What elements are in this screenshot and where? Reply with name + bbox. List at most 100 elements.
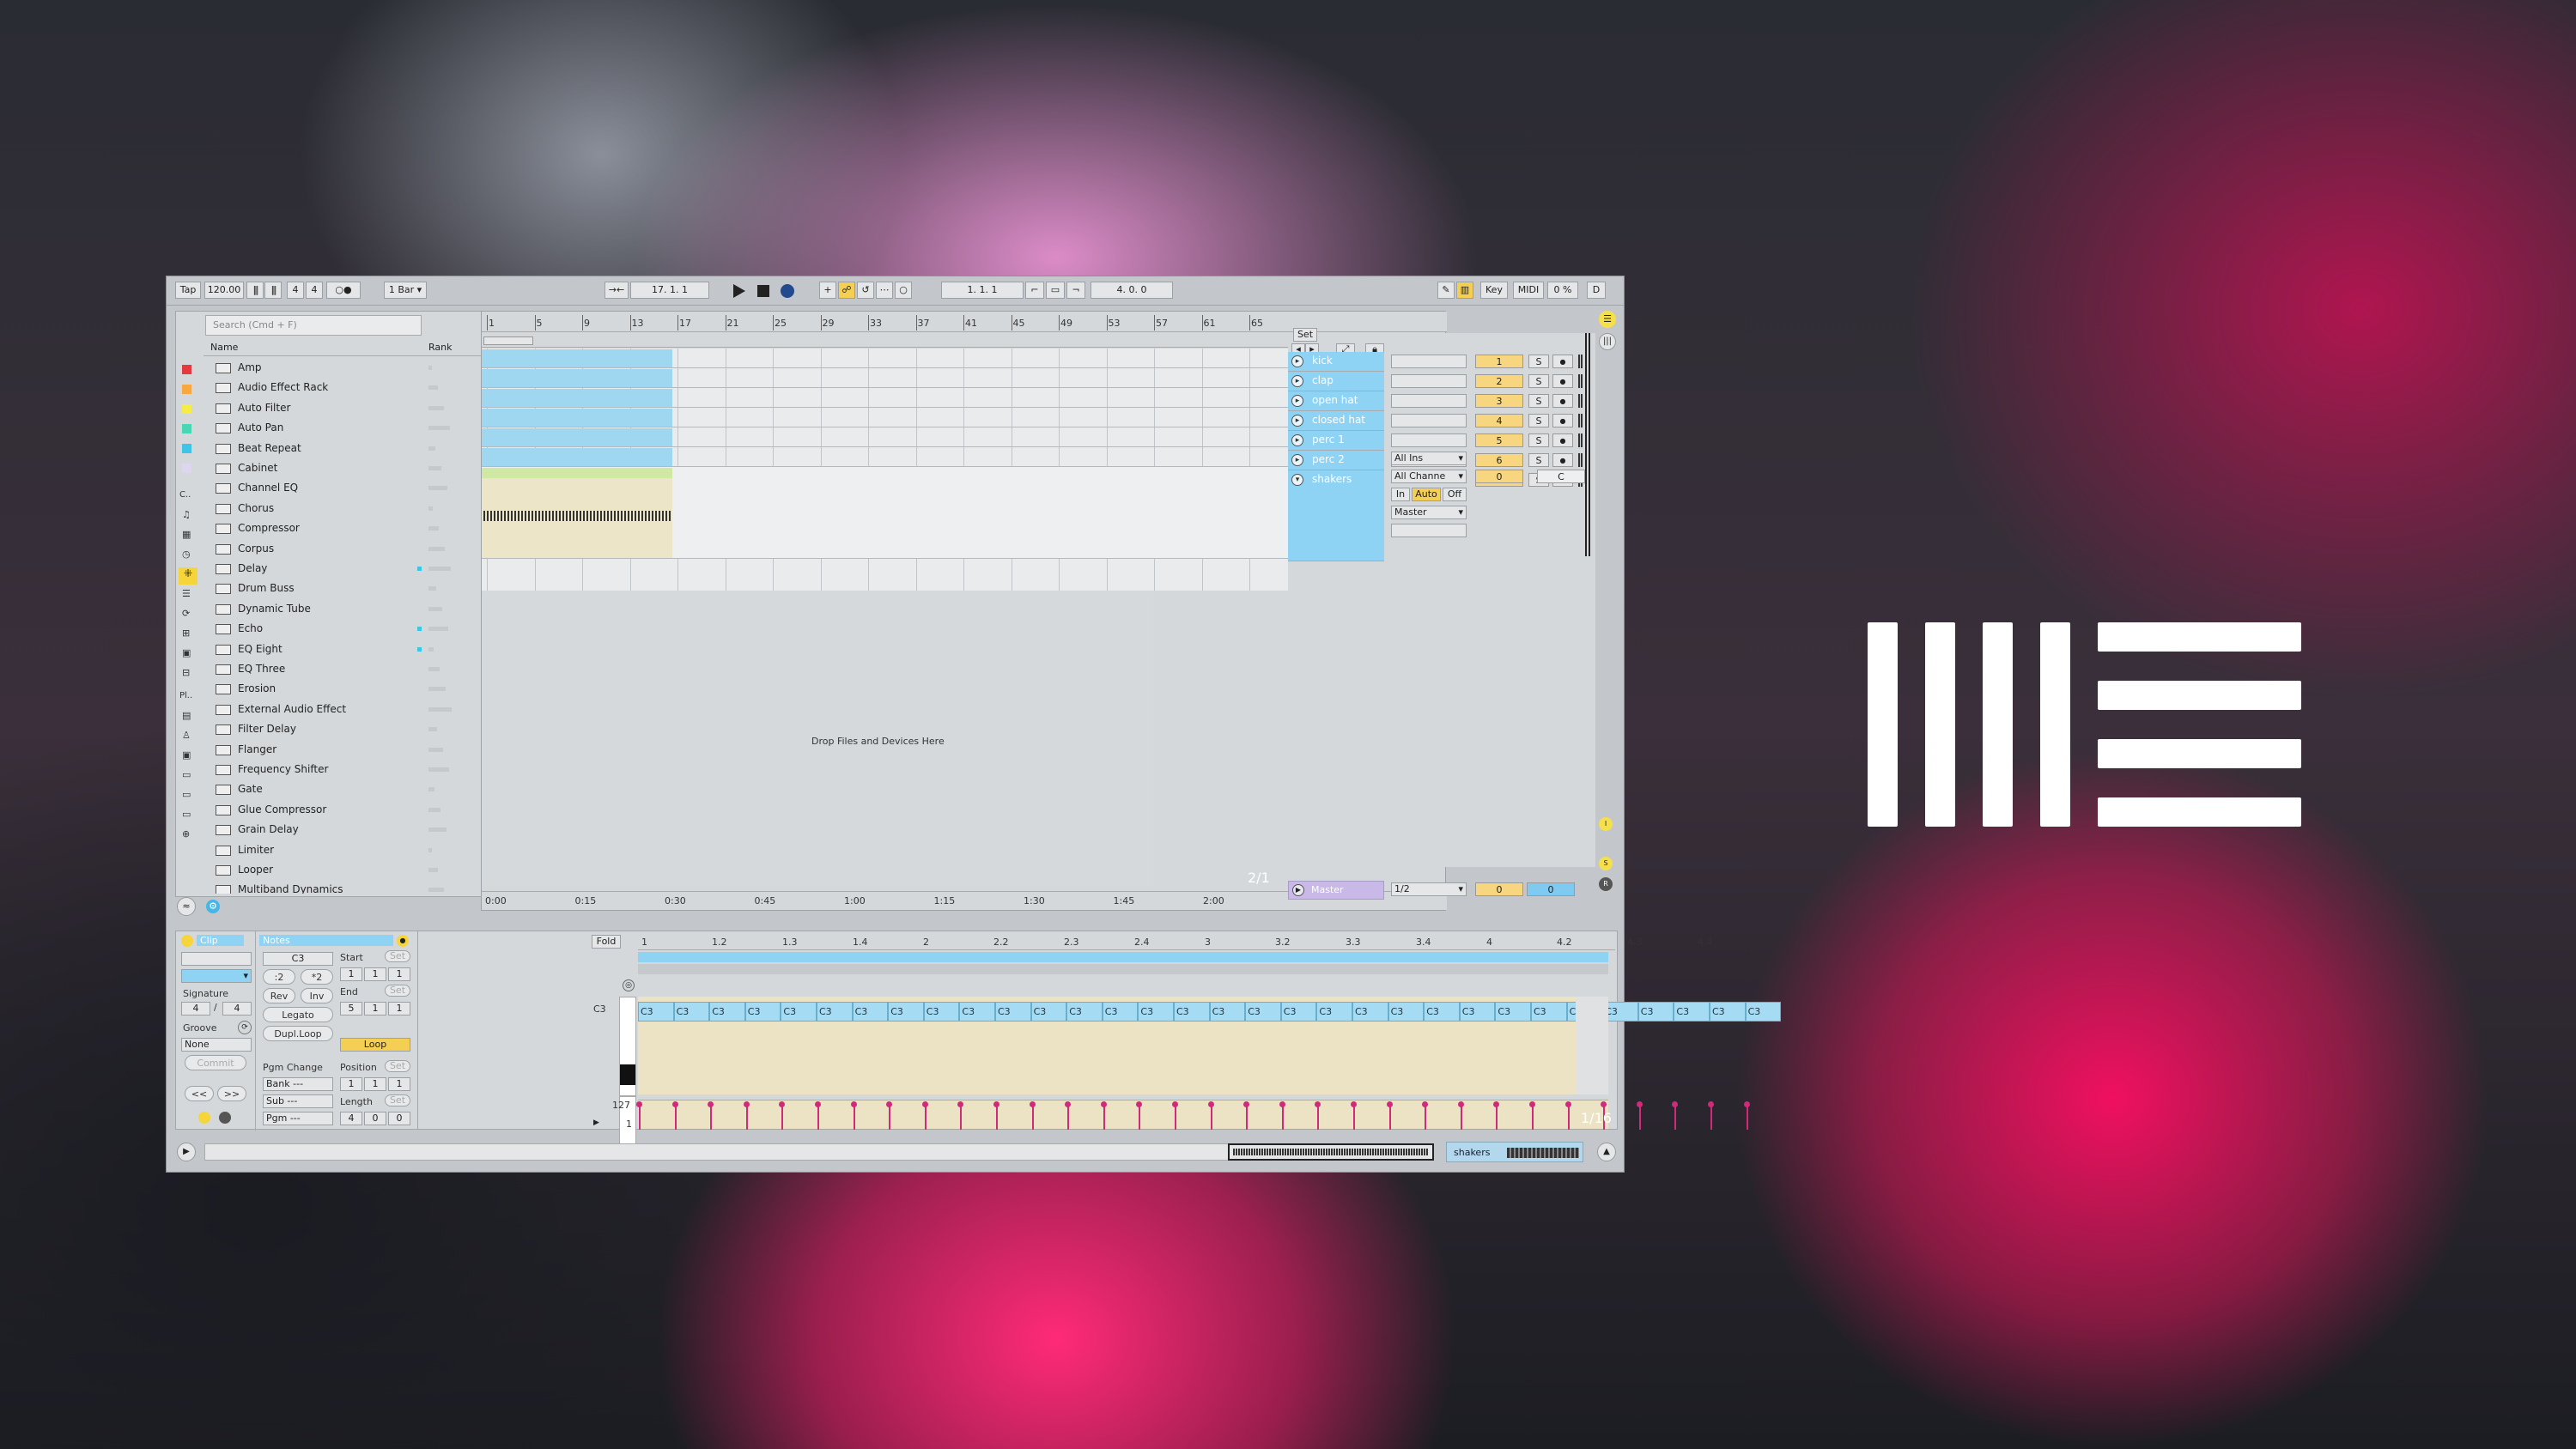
master-track-header[interactable]: ▶ Master	[1288, 881, 1384, 900]
midi-note[interactable]: C3	[923, 1002, 960, 1022]
monitor-in-button[interactable]: In	[1391, 488, 1410, 501]
key-map-button[interactable]: Key	[1480, 282, 1508, 299]
loop-length-field[interactable]: 4. 0. 0	[1091, 282, 1173, 299]
midi-note[interactable]: C3	[1388, 1002, 1425, 1022]
midi-note[interactable]: C3	[1209, 1002, 1246, 1022]
arm-button[interactable]: ●	[1552, 355, 1573, 368]
track-header[interactable]: ▸ perc 1	[1288, 431, 1384, 451]
start-set-button[interactable]: Set	[385, 950, 410, 962]
midi-effects-icon[interactable]: ☰	[182, 588, 191, 599]
velocity-stem[interactable]	[1281, 1104, 1284, 1130]
velocity-stem[interactable]	[674, 1104, 677, 1130]
velocity-handle[interactable]	[815, 1101, 821, 1107]
velocity-handle[interactable]	[1743, 1101, 1750, 1107]
sub-field[interactable]: Sub ---	[263, 1094, 333, 1108]
audio-effects-icon[interactable]: ⁜	[179, 567, 197, 585]
velocity-handle[interactable]	[1493, 1101, 1500, 1107]
open-hat-clip[interactable]	[482, 389, 672, 407]
velocity-stem[interactable]	[817, 1104, 819, 1130]
track-header[interactable]: ▸ perc 2	[1288, 451, 1384, 470]
double-length-button[interactable]: *2	[301, 969, 333, 985]
clip-ruler[interactable]: 1 1.2 1.3 1.4 2 2.2 2.3 2.4 3 3.2 3.3 3.4 4 4.2 4.3 4.4	[638, 933, 1713, 950]
track-activator-number[interactable]: 6	[1475, 453, 1523, 467]
track-header[interactable]: ▸ open hat	[1288, 391, 1384, 411]
column-name[interactable]: Name	[210, 342, 238, 353]
midi-note[interactable]: C3	[1245, 1002, 1281, 1022]
velocity-stem[interactable]	[889, 1104, 891, 1130]
midi-note[interactable]: C3	[817, 1002, 853, 1022]
play-button[interactable]	[733, 284, 745, 298]
tap-tempo-button[interactable]: Tap	[175, 282, 201, 299]
position-sixteenth[interactable]: 1	[388, 1077, 410, 1091]
velocity-handle[interactable]	[1172, 1101, 1178, 1107]
user-library-icon[interactable]: ♙	[182, 730, 191, 741]
velocity-stem[interactable]	[745, 1104, 748, 1130]
stop-button[interactable]	[757, 285, 769, 297]
browser-settings-icon[interactable]: ⚙	[206, 900, 220, 913]
velocity-handle[interactable]	[1564, 1101, 1571, 1107]
drums-icon[interactable]: ▦	[182, 529, 191, 540]
signature-denominator[interactable]: 4	[306, 282, 323, 299]
max-for-live-icon[interactable]: ⟳	[182, 608, 190, 619]
velocity-handle[interactable]	[1457, 1101, 1464, 1107]
solo-button[interactable]: S	[1528, 394, 1549, 408]
velocity-handle[interactable]	[850, 1101, 857, 1107]
collection-purple-icon[interactable]	[182, 464, 191, 473]
velocity-stem[interactable]	[853, 1104, 855, 1130]
velocity-handle[interactable]	[1029, 1101, 1036, 1107]
shakers-send-value[interactable]: 0	[1475, 470, 1523, 483]
collection-yellow-icon[interactable]	[182, 404, 191, 414]
perc-1-clip[interactable]	[482, 428, 672, 446]
nudge-forward-button[interactable]: >>	[217, 1086, 246, 1101]
collection-blue-icon[interactable]	[182, 444, 191, 453]
tempo-nudge-icon-2[interactable]: |||	[264, 282, 282, 299]
computer-keyboard-button[interactable]: ▥	[1456, 282, 1473, 299]
midi-note[interactable]: C3	[1030, 1002, 1067, 1022]
velocity-handle[interactable]	[1279, 1101, 1285, 1107]
midi-note[interactable]: C3	[1102, 1002, 1139, 1022]
returns-toggle-icon[interactable]: R	[1599, 877, 1613, 891]
track-expand-icon[interactable]: ▸	[1291, 395, 1303, 407]
tempo-field[interactable]: 120.00	[204, 282, 244, 299]
arrangement-view-icon[interactable]: |||	[1599, 333, 1616, 350]
solo-button[interactable]: S	[1528, 355, 1549, 368]
instruments-icon[interactable]: ◷	[182, 549, 191, 560]
punch-in-button[interactable]: ⌐	[1025, 282, 1044, 299]
position-set-button[interactable]: Set	[385, 1060, 410, 1072]
midi-note[interactable]: C3	[673, 1002, 710, 1022]
midi-note[interactable]: C3	[781, 1002, 817, 1022]
clip-color-chooser[interactable]: ▾	[181, 969, 252, 983]
velocity-stem[interactable]	[1175, 1104, 1176, 1130]
midi-note[interactable]: C3	[1531, 1002, 1567, 1022]
automation-arm-button[interactable]: ☍	[838, 282, 855, 299]
start-bar[interactable]: 1	[340, 967, 362, 981]
velocity-stem[interactable]	[1425, 1104, 1427, 1130]
set-button[interactable]: Set	[1293, 328, 1317, 342]
midi-note[interactable]: C3	[1280, 1002, 1317, 1022]
track-expand-icon[interactable]: ▸	[1291, 434, 1303, 446]
current-project-icon[interactable]: ▣	[182, 749, 191, 761]
session-view-icon[interactable]: ☰	[1599, 311, 1616, 328]
info-view-toggle-icon[interactable]: ▶	[177, 1143, 196, 1161]
track-activator-number[interactable]: 5	[1475, 433, 1523, 447]
track-expand-icon[interactable]: ▸	[1291, 375, 1303, 387]
clap-clip[interactable]	[482, 369, 672, 387]
midi-note[interactable]: C3	[1138, 1002, 1174, 1022]
velocity-stem[interactable]	[1031, 1104, 1034, 1130]
end-beat[interactable]: 1	[364, 1002, 386, 1016]
metronome-button[interactable]: ○●	[326, 282, 361, 299]
session-record-button[interactable]: ○	[895, 282, 912, 299]
end-set-button[interactable]: Set	[385, 985, 410, 997]
velocity-handle[interactable]	[1136, 1101, 1143, 1107]
velocity-stem[interactable]	[1532, 1104, 1534, 1130]
input-channel-chooser[interactable]: All Channe ▾	[1391, 470, 1467, 483]
overview-strip[interactable]	[1228, 1143, 1434, 1161]
master-output-chooser[interactable]: 1/2 ▾	[1391, 882, 1467, 896]
position-beat[interactable]: 1	[364, 1077, 386, 1091]
midi-note[interactable]: C3	[852, 1002, 889, 1022]
nudge-back-button[interactable]: <<	[185, 1086, 214, 1101]
velocity-stem[interactable]	[1067, 1104, 1070, 1130]
search-field[interactable]: Search (Cmd + F)	[205, 315, 422, 336]
samples-icon[interactable]: ⊟	[182, 667, 190, 678]
midi-note[interactable]: C3	[709, 1002, 745, 1022]
